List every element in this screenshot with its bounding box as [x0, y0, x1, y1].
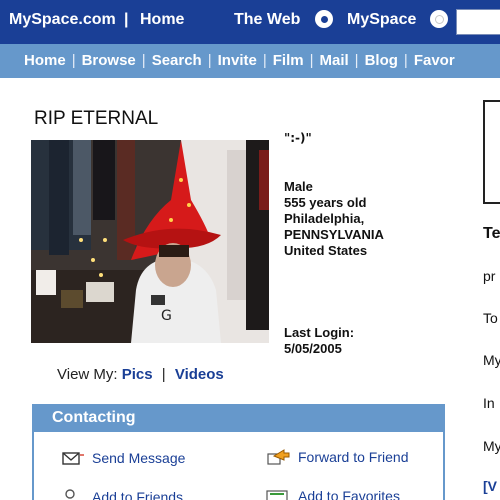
- view-my-label: View My:: [57, 366, 118, 383]
- top-bar: MySpace.com | Home The Web MySpace: [0, 0, 500, 44]
- right-column-text: My: [483, 352, 500, 368]
- nav-mail[interactable]: Mail: [319, 52, 348, 69]
- search-the-web-radio[interactable]: [315, 10, 333, 28]
- topbar-separator: |: [124, 11, 129, 28]
- nav-separator: |: [354, 52, 359, 69]
- view-my: View My: Pics | Videos: [57, 366, 224, 383]
- nav-separator: |: [207, 52, 212, 69]
- right-column-heading: Te: [483, 225, 500, 242]
- nav-film[interactable]: Film: [273, 52, 304, 69]
- right-column-text: pr: [483, 268, 496, 284]
- contacting-header: Contacting: [34, 406, 443, 432]
- add-to-friends-label: Add to Friends: [92, 489, 184, 500]
- last-login-label: Last Login:: [284, 325, 355, 340]
- view-pics-link[interactable]: Pics: [122, 366, 153, 383]
- nav-separator: |: [71, 52, 76, 69]
- send-message-button[interactable]: Send Message: [62, 450, 185, 466]
- last-login: Last Login: 5/05/2005: [284, 325, 354, 357]
- right-column-text: My: [483, 438, 500, 454]
- view-videos-link[interactable]: Videos: [175, 366, 224, 383]
- add-to-favorites-label: Add to Favorites: [298, 488, 400, 500]
- forward-to-friend-button[interactable]: Forward to Friend: [266, 448, 408, 466]
- add-friend-icon: [65, 489, 75, 499]
- profile-gender: Male: [284, 179, 313, 194]
- profile-country: United States: [284, 243, 368, 258]
- nav-separator: |: [403, 52, 408, 69]
- right-column-text: In: [483, 395, 495, 411]
- view-my-separator: |: [161, 366, 166, 383]
- envelope-icon: [62, 452, 84, 465]
- search-myspace-label: MySpace: [347, 11, 417, 28]
- nav-separator: |: [141, 52, 146, 69]
- nav-browse[interactable]: Browse: [82, 52, 136, 69]
- add-to-friends-button[interactable]: Add to Friends: [62, 488, 183, 500]
- search-myspace-radio[interactable]: [430, 10, 448, 28]
- nav-blog[interactable]: Blog: [365, 52, 398, 69]
- right-panel-box: [483, 100, 500, 204]
- myspace-brand-link[interactable]: MySpace.com: [9, 11, 116, 29]
- nav-favorites[interactable]: Favor: [414, 52, 455, 69]
- send-message-label: Send Message: [92, 450, 186, 466]
- topbar-home-link[interactable]: Home: [140, 11, 184, 29]
- profile-details: Male 555 years old Philadelphia, PENNSYL…: [284, 179, 384, 259]
- profile-photo-image: G: [31, 140, 269, 343]
- forward-icon: [267, 449, 290, 465]
- profile-age: 555 years old: [284, 195, 367, 210]
- nav-links: Home | Browse | Search | Invite | Film | Mail | Blog…: [24, 52, 455, 69]
- profile-mood: ":-)": [284, 131, 312, 145]
- svg-text:G: G: [161, 308, 172, 324]
- add-to-favorites-button[interactable]: Add to Favorites: [266, 488, 400, 500]
- last-login-date: 5/05/2005: [284, 341, 342, 356]
- nav-home[interactable]: Home: [24, 52, 66, 69]
- right-column-text: To: [483, 310, 498, 326]
- favorites-icon: [266, 490, 288, 500]
- right-column-link[interactable]: [V: [483, 478, 497, 494]
- nav-search[interactable]: Search: [152, 52, 202, 69]
- profile-photo[interactable]: G: [31, 140, 269, 343]
- profile-name: RIP ETERNAL: [34, 108, 159, 129]
- forward-to-friend-label: Forward to Friend: [298, 449, 409, 465]
- top-search-input[interactable]: [456, 9, 500, 35]
- contacting-box: Contacting Send Message Forward to Frien…: [32, 404, 445, 500]
- main-navigation: Home | Browse | Search | Invite | Film | Mail | Blog…: [0, 44, 500, 78]
- nav-separator: |: [262, 52, 267, 69]
- search-the-web-label: The Web: [234, 11, 301, 28]
- nav-separator: |: [309, 52, 314, 69]
- nav-invite[interactable]: Invite: [218, 52, 257, 69]
- profile-state: PENNSYLVANIA: [284, 227, 384, 242]
- profile-city: Philadelphia,: [284, 211, 365, 226]
